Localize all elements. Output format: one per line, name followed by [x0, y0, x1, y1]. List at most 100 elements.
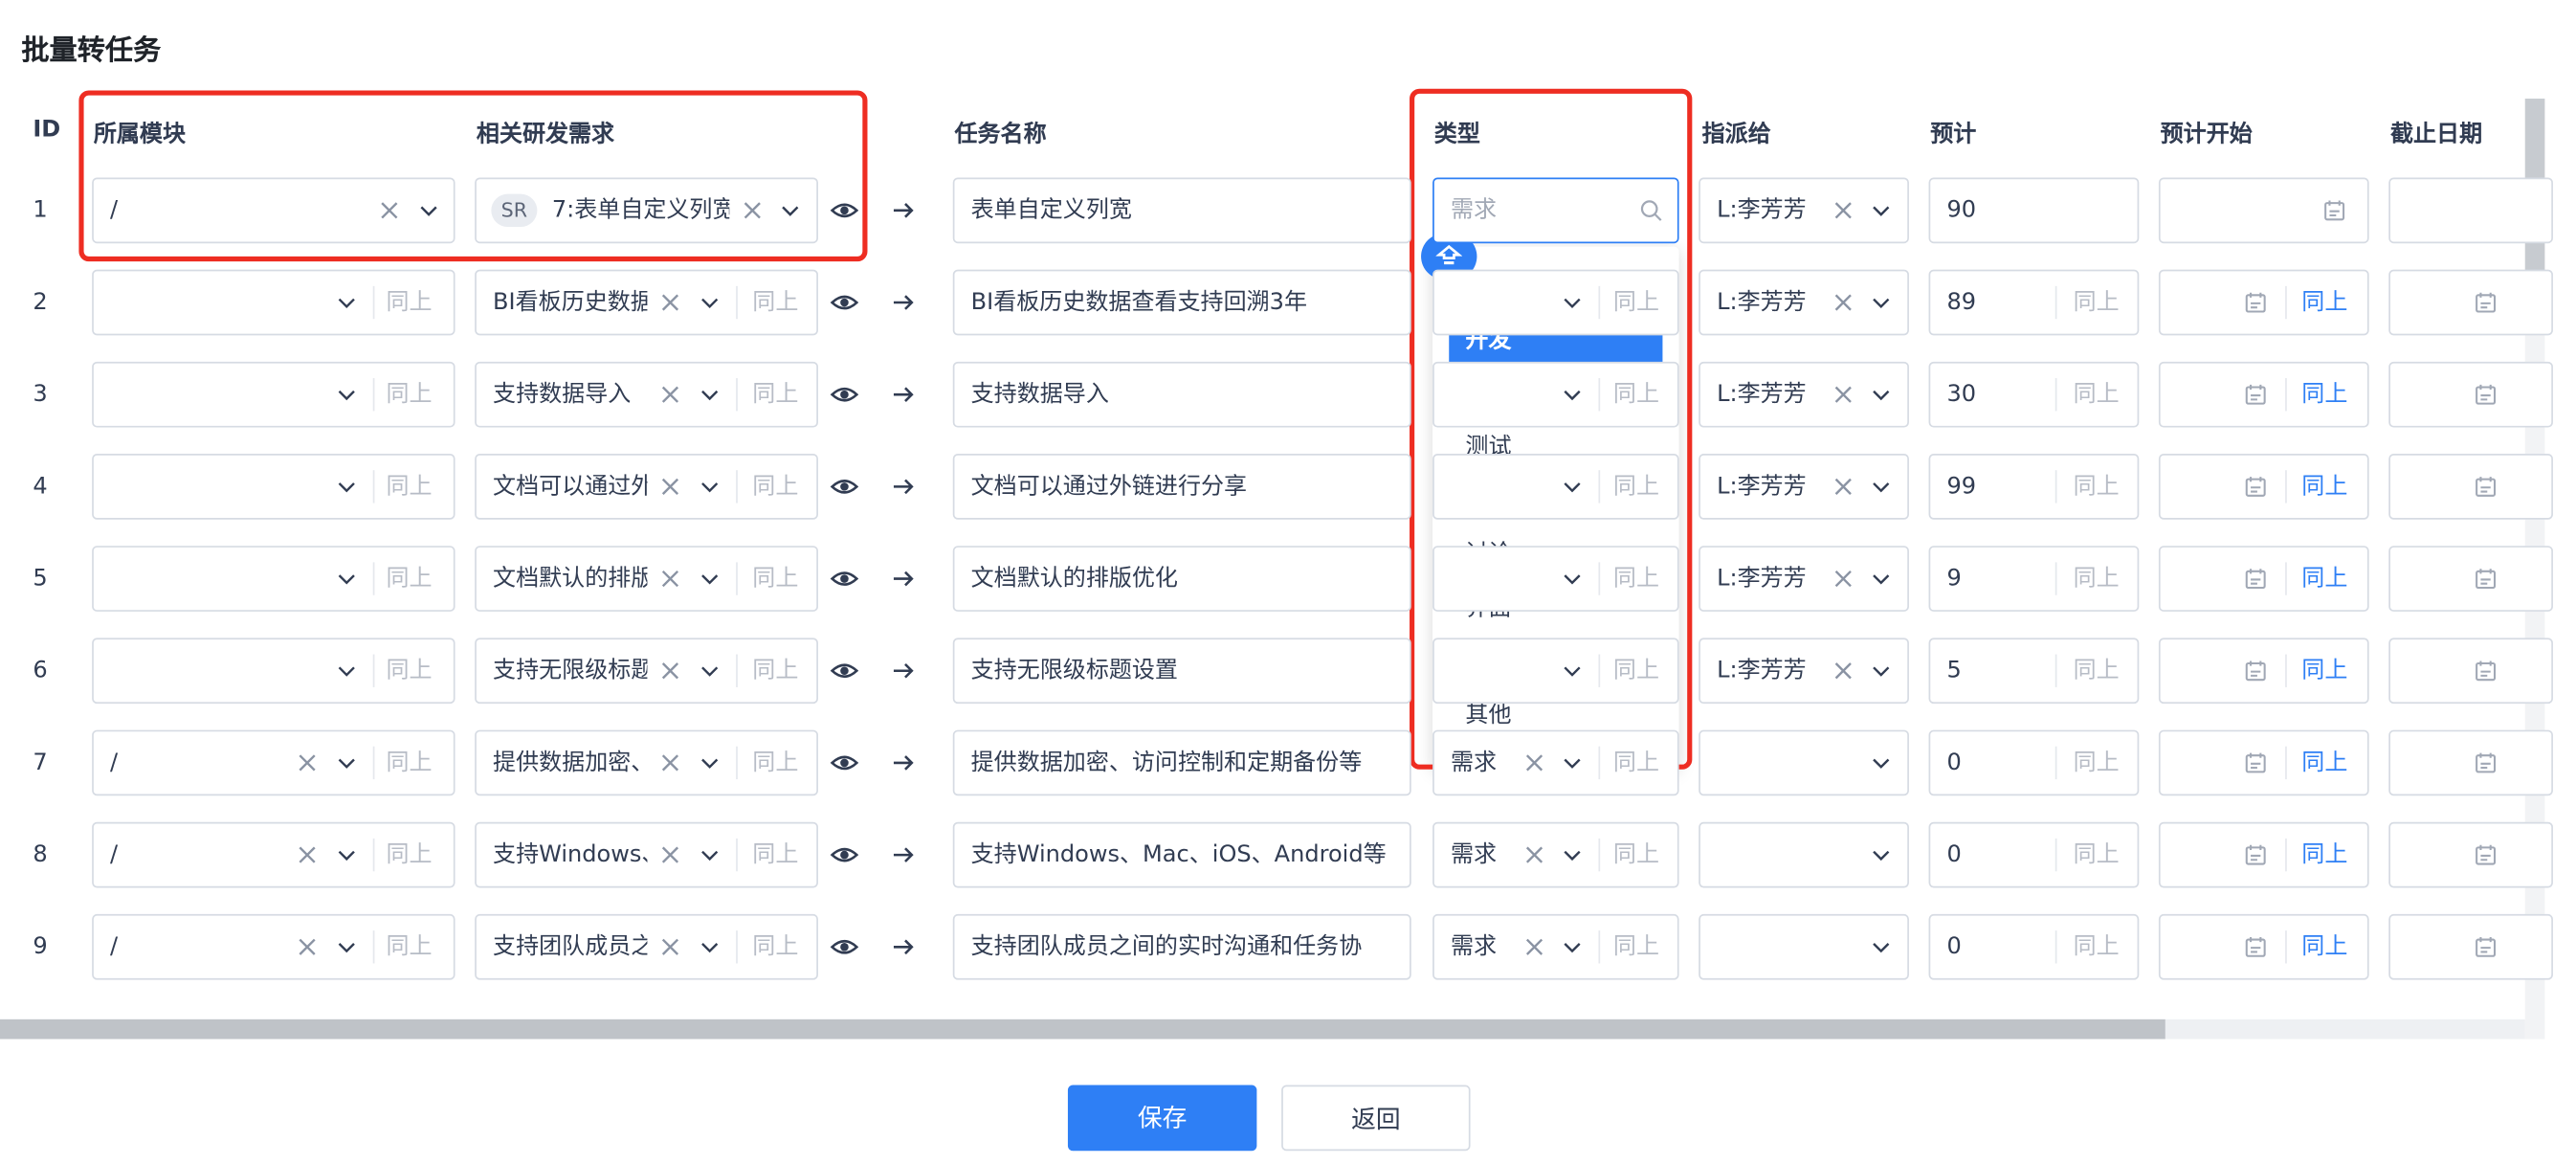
estimate-input[interactable]: 9 同上 [1928, 546, 2140, 612]
task-name-input[interactable]: 文档可以通过外链进行分享 [952, 454, 1411, 520]
type-select[interactable]: 同上 [1432, 269, 1679, 336]
back-button[interactable]: 返回 [1281, 1085, 1471, 1152]
module-select[interactable]: 同上 [92, 454, 455, 520]
chevron-down-icon[interactable] [1868, 750, 1894, 775]
same-as-above-toggle[interactable]: 同上 [1613, 823, 1659, 885]
task-name-input[interactable]: 支持数据导入 [952, 361, 1411, 428]
chevron-down-icon[interactable] [1559, 566, 1585, 592]
chevron-down-icon[interactable] [697, 566, 722, 592]
assign-select[interactable]: L:李芳芳 [1699, 454, 1909, 520]
chevron-down-icon[interactable] [334, 841, 360, 867]
same-as-above-toggle[interactable]: 同上 [386, 456, 432, 518]
chevron-down-icon[interactable] [1559, 750, 1585, 775]
view-eye-icon[interactable] [830, 564, 859, 593]
same-as-above-toggle[interactable]: 同上 [386, 916, 432, 978]
estimate-input[interactable]: 0 同上 [1928, 913, 2140, 980]
story-select[interactable]: 支持无限级标题设置 同上 [475, 638, 818, 705]
assign-select[interactable]: L:李芳芳 [1699, 269, 1909, 336]
same-as-above-toggle[interactable]: 同上 [386, 271, 432, 333]
module-select[interactable]: 同上 [92, 638, 455, 705]
same-as-above-toggle[interactable]: 同上 [752, 548, 798, 610]
type-select[interactable]: 需求 同上 [1432, 821, 1679, 888]
same-as-above-toggle[interactable]: 同上 [2074, 639, 2120, 702]
chevron-down-icon[interactable] [697, 841, 722, 867]
chevron-down-icon[interactable] [334, 474, 360, 500]
same-as-above-toggle[interactable]: 同上 [2074, 271, 2120, 333]
chevron-down-icon[interactable] [1559, 474, 1585, 500]
clear-icon[interactable] [1831, 197, 1856, 223]
deadline-date-picker[interactable] [2388, 913, 2553, 980]
story-select[interactable]: 提供数据加密、访问控制和定期备份等 同上 [475, 729, 818, 796]
chevron-down-icon[interactable] [1868, 934, 1894, 960]
deadline-date-picker[interactable] [2388, 454, 2553, 520]
chevron-down-icon[interactable] [1559, 841, 1585, 867]
same-as-above-toggle[interactable]: 同上 [2301, 823, 2347, 885]
type-select[interactable]: 同上 [1432, 361, 1679, 428]
view-eye-icon[interactable] [830, 840, 859, 870]
view-eye-icon[interactable] [830, 380, 859, 410]
chevron-down-icon[interactable] [697, 750, 722, 775]
deadline-date-picker[interactable] [2388, 729, 2553, 796]
chevron-down-icon[interactable] [1559, 934, 1585, 960]
assign-select[interactable] [1699, 821, 1909, 888]
same-as-above-toggle[interactable]: 同上 [2074, 731, 2120, 794]
same-as-above-toggle[interactable]: 同上 [752, 271, 798, 333]
task-name-input[interactable]: 支持Windows、Mac、iOS、Android等 [952, 821, 1411, 888]
est-start-date-picker[interactable]: 同上 [2158, 454, 2369, 520]
same-as-above-toggle[interactable]: 同上 [752, 456, 798, 518]
chevron-down-icon[interactable] [1868, 841, 1894, 867]
clear-icon[interactable] [376, 197, 402, 223]
calendar-icon[interactable] [2242, 474, 2268, 500]
clear-icon[interactable] [1831, 381, 1856, 407]
same-as-above-toggle[interactable]: 同上 [2301, 271, 2347, 333]
assign-select[interactable] [1699, 729, 1909, 796]
story-select[interactable]: SR 7:表单自定义列宽 [475, 177, 818, 244]
deadline-date-picker[interactable] [2388, 821, 2553, 888]
module-select[interactable]: 同上 [92, 546, 455, 612]
clear-icon[interactable] [1521, 841, 1547, 867]
clear-icon[interactable] [657, 474, 683, 500]
same-as-above-toggle[interactable]: 同上 [2074, 456, 2120, 518]
clear-icon[interactable] [1831, 474, 1856, 500]
clear-icon[interactable] [294, 934, 320, 960]
same-as-above-toggle[interactable]: 同上 [752, 731, 798, 794]
module-select[interactable]: 同上 [92, 269, 455, 336]
chevron-down-icon[interactable] [415, 197, 441, 223]
est-start-date-picker[interactable] [2158, 177, 2369, 244]
calendar-icon[interactable] [2242, 750, 2268, 775]
estimate-input[interactable]: 5 同上 [1928, 638, 2140, 705]
story-select[interactable]: 支持数据导入 同上 [475, 361, 818, 428]
module-select[interactable]: / [92, 177, 455, 244]
same-as-above-toggle[interactable]: 同上 [386, 823, 432, 885]
same-as-above-toggle[interactable]: 同上 [1613, 548, 1659, 610]
calendar-icon[interactable] [2473, 566, 2498, 592]
chevron-down-icon[interactable] [1559, 289, 1585, 315]
chevron-down-icon[interactable] [334, 566, 360, 592]
clear-icon[interactable] [1521, 750, 1547, 775]
same-as-above-toggle[interactable]: 同上 [2074, 916, 2120, 978]
clear-icon[interactable] [294, 841, 320, 867]
chevron-down-icon[interactable] [1559, 381, 1585, 407]
chevron-down-icon[interactable] [1559, 658, 1585, 683]
chevron-down-icon[interactable] [334, 934, 360, 960]
chevron-down-icon[interactable] [1868, 566, 1894, 592]
estimate-input[interactable]: 0 同上 [1928, 729, 2140, 796]
est-start-date-picker[interactable]: 同上 [2158, 913, 2369, 980]
same-as-above-toggle[interactable]: 同上 [1613, 456, 1659, 518]
calendar-icon[interactable] [2242, 934, 2268, 960]
story-select[interactable]: BI看板历史数据查看支持回溯3年 同上 [475, 269, 818, 336]
same-as-above-toggle[interactable]: 同上 [1613, 916, 1659, 978]
chevron-down-icon[interactable] [1868, 197, 1894, 223]
chevron-down-icon[interactable] [1868, 474, 1894, 500]
clear-icon[interactable] [657, 658, 683, 683]
type-search-input[interactable]: 需求 [1432, 177, 1679, 244]
estimate-input[interactable]: 99 同上 [1928, 454, 2140, 520]
story-select[interactable]: 文档可以通过外链进行分享 同上 [475, 454, 818, 520]
est-start-date-picker[interactable]: 同上 [2158, 361, 2369, 428]
same-as-above-toggle[interactable]: 同上 [2074, 823, 2120, 885]
calendar-icon[interactable] [2473, 474, 2498, 500]
chevron-down-icon[interactable] [777, 197, 803, 223]
calendar-icon[interactable] [2473, 841, 2498, 867]
same-as-above-toggle[interactable]: 同上 [1613, 271, 1659, 333]
clear-icon[interactable] [657, 841, 683, 867]
